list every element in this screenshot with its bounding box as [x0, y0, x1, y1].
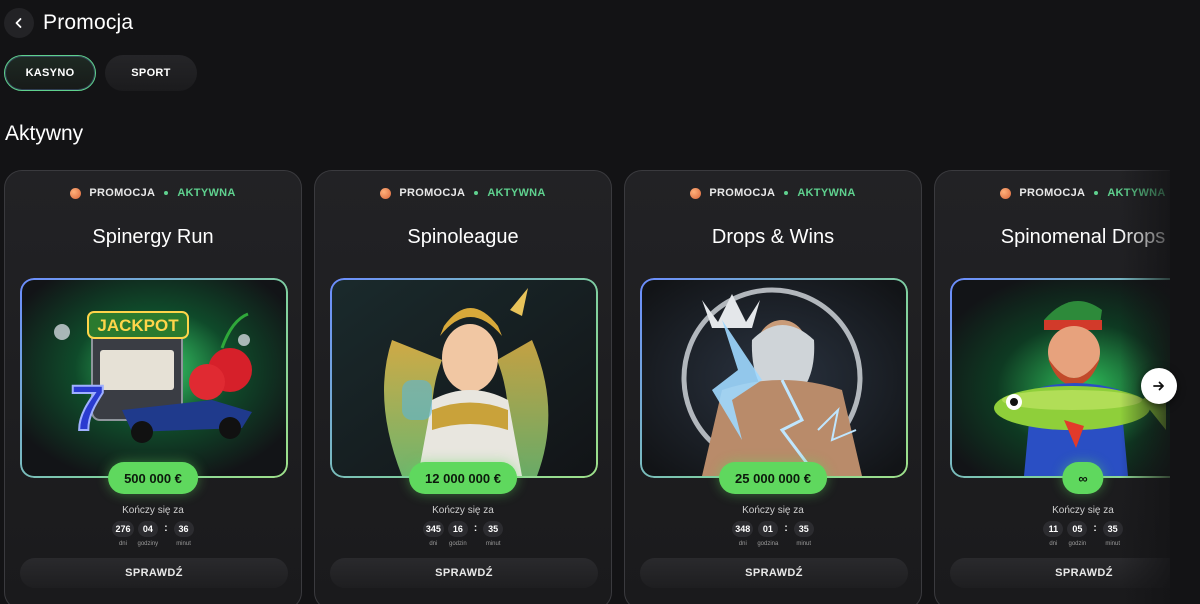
countdown-minutes-label: minut: [485, 541, 501, 547]
countdown-hours-label: godziny: [137, 541, 159, 547]
prize-badge: ∞: [1062, 462, 1104, 494]
countdown-days-label: dni: [1049, 541, 1058, 547]
tab-sport[interactable]: SPORT: [105, 55, 197, 91]
carousel-next-button[interactable]: [1141, 368, 1177, 404]
countdown-hours: 05: [1067, 521, 1088, 537]
countdown-timer: 345 dni 16 godzin : 35 minut: [315, 521, 611, 547]
promo-badge-icon: [70, 187, 82, 199]
goddess-warrior-image: [332, 280, 596, 476]
countdown-days: 348: [732, 521, 754, 537]
promo-card: PROMOCJA AKTYWNA Spinergy Run JACKPOT 7 …: [4, 170, 302, 604]
countdown-days: 11: [1043, 521, 1064, 537]
check-button[interactable]: SPRAWDŹ: [20, 558, 288, 588]
chevron-left-icon: [13, 17, 25, 29]
prize-badge: 25 000 000 €: [719, 462, 827, 494]
promo-badge-icon: [1000, 187, 1012, 199]
promo-card: PROMOCJA AKTYWNA Drops & Wins 25 000 000…: [624, 170, 922, 604]
promo-tag: PROMOCJA AKTYWNA: [625, 187, 921, 199]
promo-title: Spinergy Run: [92, 226, 214, 248]
page-title: Promocja: [43, 11, 134, 34]
countdown-days: 276: [112, 521, 134, 537]
check-button[interactable]: SPRAWDŹ: [330, 558, 598, 588]
promo-card: PROMOCJA AKTYWNA Spinomenal Drops ∞ Końc…: [934, 170, 1170, 604]
section-title: Aktywny: [5, 122, 84, 145]
status-dot: [784, 191, 789, 195]
promo-title: Drops & Wins: [711, 226, 835, 248]
check-button[interactable]: SPRAWDŹ: [950, 558, 1170, 588]
tag-label: PROMOCJA: [1019, 187, 1086, 199]
countdown-minutes: 36: [173, 521, 194, 537]
status-dot: [474, 191, 479, 195]
countdown-days-label: dni: [429, 541, 438, 547]
status-dot: [1094, 191, 1099, 195]
ends-in-label: Kończy się za: [1052, 505, 1114, 516]
countdown-timer: 11 dni 05 godzin : 35 minut: [935, 521, 1170, 547]
countdown-minutes: 35: [1102, 521, 1123, 537]
promo-image[interactable]: [640, 278, 908, 478]
countdown-separator: :: [473, 523, 478, 534]
promo-tag: PROMOCJA AKTYWNA: [5, 187, 301, 199]
status-label: AKTYWNA: [177, 187, 236, 199]
countdown-separator: :: [784, 523, 788, 534]
arrow-right-icon: [1152, 379, 1166, 393]
tag-label: PROMOCJA: [399, 187, 466, 199]
promo-badge-icon: [380, 187, 392, 199]
back-button[interactable]: [4, 8, 34, 38]
svg-text:JACKPOT: JACKPOT: [97, 316, 179, 335]
tag-label: PROMOCJA: [709, 187, 776, 199]
zeus-lightning-image: [642, 280, 906, 476]
promo-tag: PROMOCJA AKTYWNA: [935, 187, 1170, 199]
status-label: AKTYWNA: [487, 187, 546, 199]
prize-badge: 500 000 €: [108, 462, 198, 494]
fisherman-with-fish-image: [952, 280, 1170, 476]
countdown-minutes: 35: [793, 521, 814, 537]
countdown-separator: :: [164, 523, 168, 534]
promo-title: Spinoleague: [407, 226, 519, 248]
ends-in-label: Kończy się za: [742, 505, 804, 516]
ends-in-label: Kończy się za: [432, 505, 494, 516]
countdown-minutes-label: minut: [176, 541, 191, 547]
category-tabs: KASYNO SPORT: [4, 55, 197, 91]
status-label: AKTYWNA: [797, 187, 856, 199]
jackpot-slot-race-car-image: JACKPOT 7: [22, 280, 286, 476]
promo-title: Spinomenal Drops: [1000, 226, 1166, 248]
promo-image[interactable]: [950, 278, 1170, 478]
countdown-separator: :: [1093, 523, 1097, 534]
promo-image[interactable]: [330, 278, 598, 478]
svg-text:7: 7: [70, 372, 106, 444]
countdown-timer: 348 dni 01 godzina : 35 minut: [625, 521, 921, 547]
countdown-minutes: 35: [483, 521, 504, 537]
countdown-hours-label: godzin: [1068, 541, 1087, 547]
ends-in-label: Kończy się za: [122, 505, 184, 516]
check-button[interactable]: SPRAWDŹ: [640, 558, 908, 588]
countdown-minutes-label: minut: [796, 541, 812, 547]
countdown-timer: 276 dni 04 godziny : 36 minut: [5, 521, 301, 547]
status-dot: [164, 191, 169, 195]
countdown-hours-label: godzina: [757, 541, 779, 547]
prize-badge: 12 000 000 €: [409, 462, 517, 494]
status-label: AKTYWNA: [1107, 187, 1166, 199]
countdown-minutes-label: minut: [1105, 541, 1120, 547]
countdown-days: 345: [422, 521, 444, 537]
countdown-hours: 16: [447, 521, 468, 537]
countdown-hours: 04: [137, 521, 158, 537]
promotions-carousel: PROMOCJA AKTYWNA Spinergy Run JACKPOT 7 …: [4, 170, 1170, 604]
promo-tag: PROMOCJA AKTYWNA: [315, 187, 611, 199]
tab-kasyno[interactable]: KASYNO: [4, 55, 96, 91]
page-header: Promocja: [4, 6, 133, 40]
promo-badge-icon: [690, 187, 702, 199]
countdown-hours-label: godzin: [449, 541, 467, 547]
tag-label: PROMOCJA: [89, 187, 156, 199]
countdown-days-label: dni: [118, 541, 127, 547]
countdown-hours: 01: [757, 521, 778, 537]
promo-card: PROMOCJA AKTYWNA Spinoleague 12 000 000 …: [314, 170, 612, 604]
countdown-days-label: dni: [738, 541, 747, 547]
promo-image[interactable]: JACKPOT 7: [20, 278, 288, 478]
